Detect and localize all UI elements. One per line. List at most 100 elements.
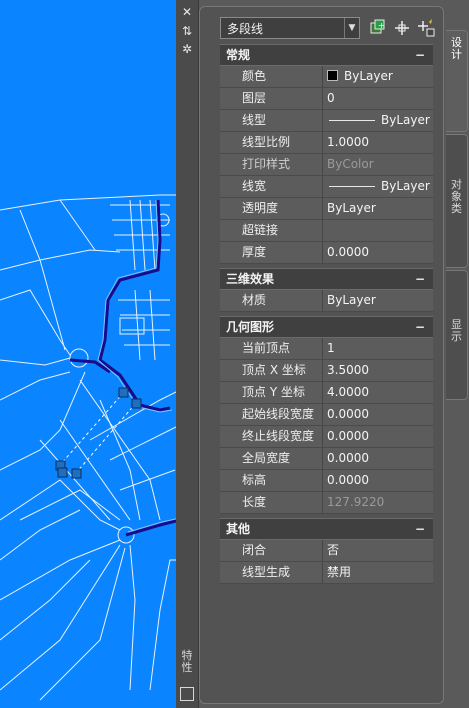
property-value: 0.0000 xyxy=(323,448,433,469)
property-row-end-width[interactable]: 终止线段宽度 0.0000 xyxy=(220,426,433,448)
section-misc[interactable]: 其他 − xyxy=(220,518,433,540)
color-swatch-icon xyxy=(327,70,338,81)
select-objects-icon[interactable] xyxy=(392,18,412,38)
property-label: 透明度 xyxy=(220,198,323,219)
collapse-icon[interactable]: − xyxy=(415,519,425,539)
section-general[interactable]: 常规 − xyxy=(220,44,433,66)
quick-select-icon[interactable] xyxy=(416,18,436,38)
section-title: 几何图形 xyxy=(226,320,275,334)
property-value: 1 xyxy=(323,338,433,359)
property-label: 终止线段宽度 xyxy=(220,426,323,447)
property-value: ByLayer xyxy=(381,179,430,193)
property-label: 顶点 X 坐标 xyxy=(220,360,323,381)
property-row-layer[interactable]: 图层 0 xyxy=(220,88,433,110)
linetype-preview-icon xyxy=(329,120,375,121)
property-row-global-width[interactable]: 全局宽度 0.0000 xyxy=(220,448,433,470)
tab-display[interactable]: 显示 xyxy=(446,270,468,400)
drawing-geometry xyxy=(0,194,180,701)
property-row-material[interactable]: 材质 ByLayer xyxy=(220,290,433,312)
property-row-vertex-x[interactable]: 顶点 X 坐标 3.5000 xyxy=(220,360,433,382)
property-row-length: 长度 127.9220 xyxy=(220,492,433,514)
property-label: 打印样式 xyxy=(220,154,323,175)
property-value: 127.9220 xyxy=(323,492,433,513)
close-icon[interactable]: ✕ xyxy=(180,5,194,19)
property-value: 1.0000 xyxy=(323,132,433,153)
property-label: 线型生成 xyxy=(220,562,323,583)
section-geometry[interactable]: 几何图形 − xyxy=(220,316,433,338)
tab-label: 显示 xyxy=(451,318,462,343)
settings-icon[interactable]: ✲ xyxy=(180,42,194,56)
property-row-color[interactable]: 颜色 ByLayer xyxy=(220,66,433,88)
property-row-linetype-scale[interactable]: 线型比例 1.0000 xyxy=(220,132,433,154)
property-value xyxy=(323,220,433,241)
side-tabs: 设计 对象类 显示 xyxy=(446,0,469,708)
properties-palette: ✕ ⇅ ✲ 特性 多段线 ▼ + 常规 − 颜色 ByLayer 图层 0 线型… xyxy=(176,0,469,708)
tab-label: 设计 xyxy=(451,36,462,61)
property-value: ByLayer xyxy=(323,290,433,311)
property-row-closed[interactable]: 闭合否 xyxy=(220,540,433,562)
property-label: 厚度 xyxy=(220,242,323,263)
property-row-linetype-generation[interactable]: 线型生成 禁用 xyxy=(220,562,433,584)
property-label: 长度 xyxy=(220,492,323,513)
property-label: 标高 xyxy=(220,470,323,491)
property-label: 超链接 xyxy=(220,220,323,241)
tab-object[interactable]: 对象类 xyxy=(446,134,468,268)
properties-sections: 常规 − 颜色 ByLayer 图层 0 线型 ByLayer 线型比例 1.0000 … xyxy=(220,44,433,584)
property-value: ByLayer xyxy=(344,69,393,83)
property-value: ByLayer xyxy=(323,198,433,219)
autohide-icon[interactable]: ⇅ xyxy=(180,24,194,38)
property-value: 否 xyxy=(323,540,433,561)
section-title: 其他 xyxy=(226,522,251,536)
property-row-start-width[interactable]: 起始线段宽度 0.0000 xyxy=(220,404,433,426)
collapse-icon[interactable]: − xyxy=(415,269,425,289)
property-label: 线型 xyxy=(220,110,323,131)
palette-titlebar[interactable]: ✕ ⇅ ✲ 特性 xyxy=(176,0,199,708)
object-type-value: 多段线 xyxy=(227,22,264,36)
collapse-icon[interactable]: − xyxy=(415,317,425,337)
pickadd-icon[interactable]: + xyxy=(368,18,388,38)
section-title: 常规 xyxy=(226,48,251,62)
collapse-icon[interactable]: − xyxy=(415,45,425,65)
svg-text:+: + xyxy=(378,21,385,30)
property-value: ByColor xyxy=(323,154,433,175)
property-value: 4.0000 xyxy=(323,382,433,403)
property-row-thickness[interactable]: 厚度 0.0000 xyxy=(220,242,433,264)
property-label: 颜色 xyxy=(220,66,323,87)
chevron-down-icon: ▼ xyxy=(344,18,359,38)
property-row-transparency[interactable]: 透明度 ByLayer xyxy=(220,198,433,220)
property-value: 0 xyxy=(323,88,433,109)
tab-label: 对象类 xyxy=(451,178,462,215)
property-row-elevation[interactable]: 标高 0.0000 xyxy=(220,470,433,492)
section-title: 三维效果 xyxy=(226,272,275,286)
property-label: 当前顶点 xyxy=(220,338,323,359)
palette-title: 特性 xyxy=(181,649,193,674)
properties-panel: 多段线 ▼ + 常规 − 颜色 ByLayer 图层 0 线型 ByLayer 线型比… xyxy=(199,6,444,704)
property-label: 闭合 xyxy=(220,540,323,561)
property-value: 0.0000 xyxy=(323,426,433,447)
property-value: 0.0000 xyxy=(323,404,433,425)
property-label: 线型比例 xyxy=(220,132,323,153)
palette-corner-icon[interactable] xyxy=(180,687,194,701)
property-row-current-vertex[interactable]: 当前顶点 1 xyxy=(220,338,433,360)
property-row-linetype[interactable]: 线型 ByLayer xyxy=(220,110,433,132)
property-row-hyperlink[interactable]: 超链接 xyxy=(220,220,433,242)
property-label: 材质 xyxy=(220,290,323,311)
object-type-select[interactable]: 多段线 ▼ xyxy=(220,17,360,39)
property-value: 禁用 xyxy=(323,562,433,583)
property-row-lineweight[interactable]: 线宽 ByLayer xyxy=(220,176,433,198)
property-value: ByLayer xyxy=(381,113,430,127)
tab-design[interactable]: 设计 xyxy=(446,30,468,132)
property-label: 起始线段宽度 xyxy=(220,404,323,425)
drawing-canvas[interactable] xyxy=(0,0,180,708)
section-3d-effects[interactable]: 三维效果 − xyxy=(220,268,433,290)
property-label: 顶点 Y 坐标 xyxy=(220,382,323,403)
properties-toolbar: 多段线 ▼ + xyxy=(220,17,435,39)
property-value: 0.0000 xyxy=(323,242,433,263)
property-label: 全局宽度 xyxy=(220,448,323,469)
property-row-vertex-y[interactable]: 顶点 Y 坐标 4.0000 xyxy=(220,382,433,404)
property-value: 0.0000 xyxy=(323,470,433,491)
property-label: 图层 xyxy=(220,88,323,109)
property-label: 线宽 xyxy=(220,176,323,197)
lineweight-preview-icon xyxy=(329,186,375,187)
property-row-plot-style: 打印样式 ByColor xyxy=(220,154,433,176)
